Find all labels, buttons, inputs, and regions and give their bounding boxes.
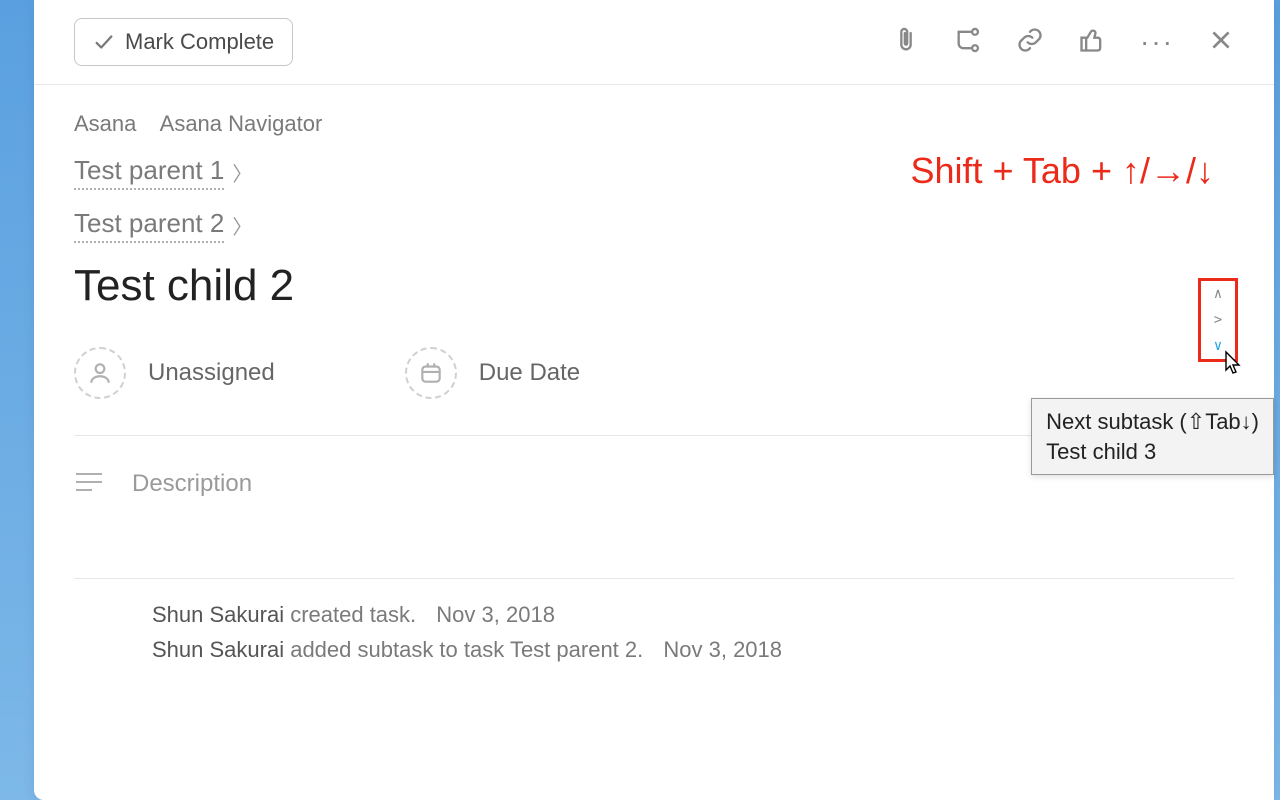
cursor-pointer-icon xyxy=(1218,350,1244,380)
breadcrumb-item[interactable]: Asana xyxy=(74,111,136,136)
toolbar-actions: ··· xyxy=(892,26,1234,59)
parent-task-2[interactable]: Test parent 2 〉 xyxy=(74,208,1234,243)
link-icon[interactable] xyxy=(1016,26,1044,59)
activity-date: Nov 3, 2018 xyxy=(436,602,555,627)
subtask-icon[interactable] xyxy=(954,26,982,59)
activity-log: Shun Sakurai created task. Nov 3, 2018 S… xyxy=(74,579,1234,667)
check-icon xyxy=(93,31,115,53)
mark-complete-label: Mark Complete xyxy=(125,29,274,55)
activity-text: added subtask to task Test parent 2. xyxy=(284,637,643,662)
parent-link-label: Test parent 1 xyxy=(74,155,224,190)
chevron-right-icon: 〉 xyxy=(232,158,252,187)
breadcrumb-item[interactable]: Asana Navigator xyxy=(143,111,323,136)
mark-complete-button[interactable]: Mark Complete xyxy=(74,18,293,66)
activity-entry: Shun Sakurai created task. Nov 3, 2018 xyxy=(152,597,1234,632)
person-icon xyxy=(74,347,126,399)
description-placeholder: Description xyxy=(132,470,252,498)
nav-tooltip: Next subtask (⇧Tab↓) Test child 3 xyxy=(1031,398,1274,475)
activity-user: Shun Sakurai xyxy=(152,602,284,627)
task-title[interactable]: Test child 2 xyxy=(74,261,1234,311)
like-icon[interactable] xyxy=(1078,26,1106,59)
assignee-field[interactable]: Unassigned xyxy=(74,347,275,399)
breadcrumb: Asana Asana Navigator xyxy=(74,111,1234,137)
activity-user: Shun Sakurai xyxy=(152,637,284,662)
due-date-label: Due Date xyxy=(479,359,580,387)
chevron-right-icon: 〉 xyxy=(232,211,252,240)
activity-entry: Shun Sakurai added subtask to task Test … xyxy=(152,632,1234,667)
nav-up-button[interactable]: ∧ xyxy=(1214,286,1222,302)
tooltip-title: Next subtask (⇧Tab↓) xyxy=(1046,407,1259,437)
activity-date: Nov 3, 2018 xyxy=(663,637,782,662)
task-detail-panel: Mark Complete ··· Asana Asana Navi xyxy=(34,0,1274,800)
task-fields: Unassigned Due Date xyxy=(74,347,1234,399)
assignee-label: Unassigned xyxy=(148,359,275,387)
more-icon[interactable]: ··· xyxy=(1140,26,1174,58)
description-icon xyxy=(74,471,104,498)
toolbar: Mark Complete ··· xyxy=(34,0,1274,85)
tooltip-target: Test child 3 xyxy=(1046,437,1259,467)
annotation-shortcut-label: Shift + Tab + ↑/→/↓ xyxy=(911,150,1215,192)
activity-text: created task. xyxy=(284,602,416,627)
calendar-icon xyxy=(405,347,457,399)
due-date-field[interactable]: Due Date xyxy=(405,347,580,399)
attachment-icon[interactable] xyxy=(892,26,920,59)
close-icon[interactable] xyxy=(1208,27,1234,58)
nav-right-button[interactable]: > xyxy=(1214,312,1222,328)
parent-link-label: Test parent 2 xyxy=(74,208,224,243)
